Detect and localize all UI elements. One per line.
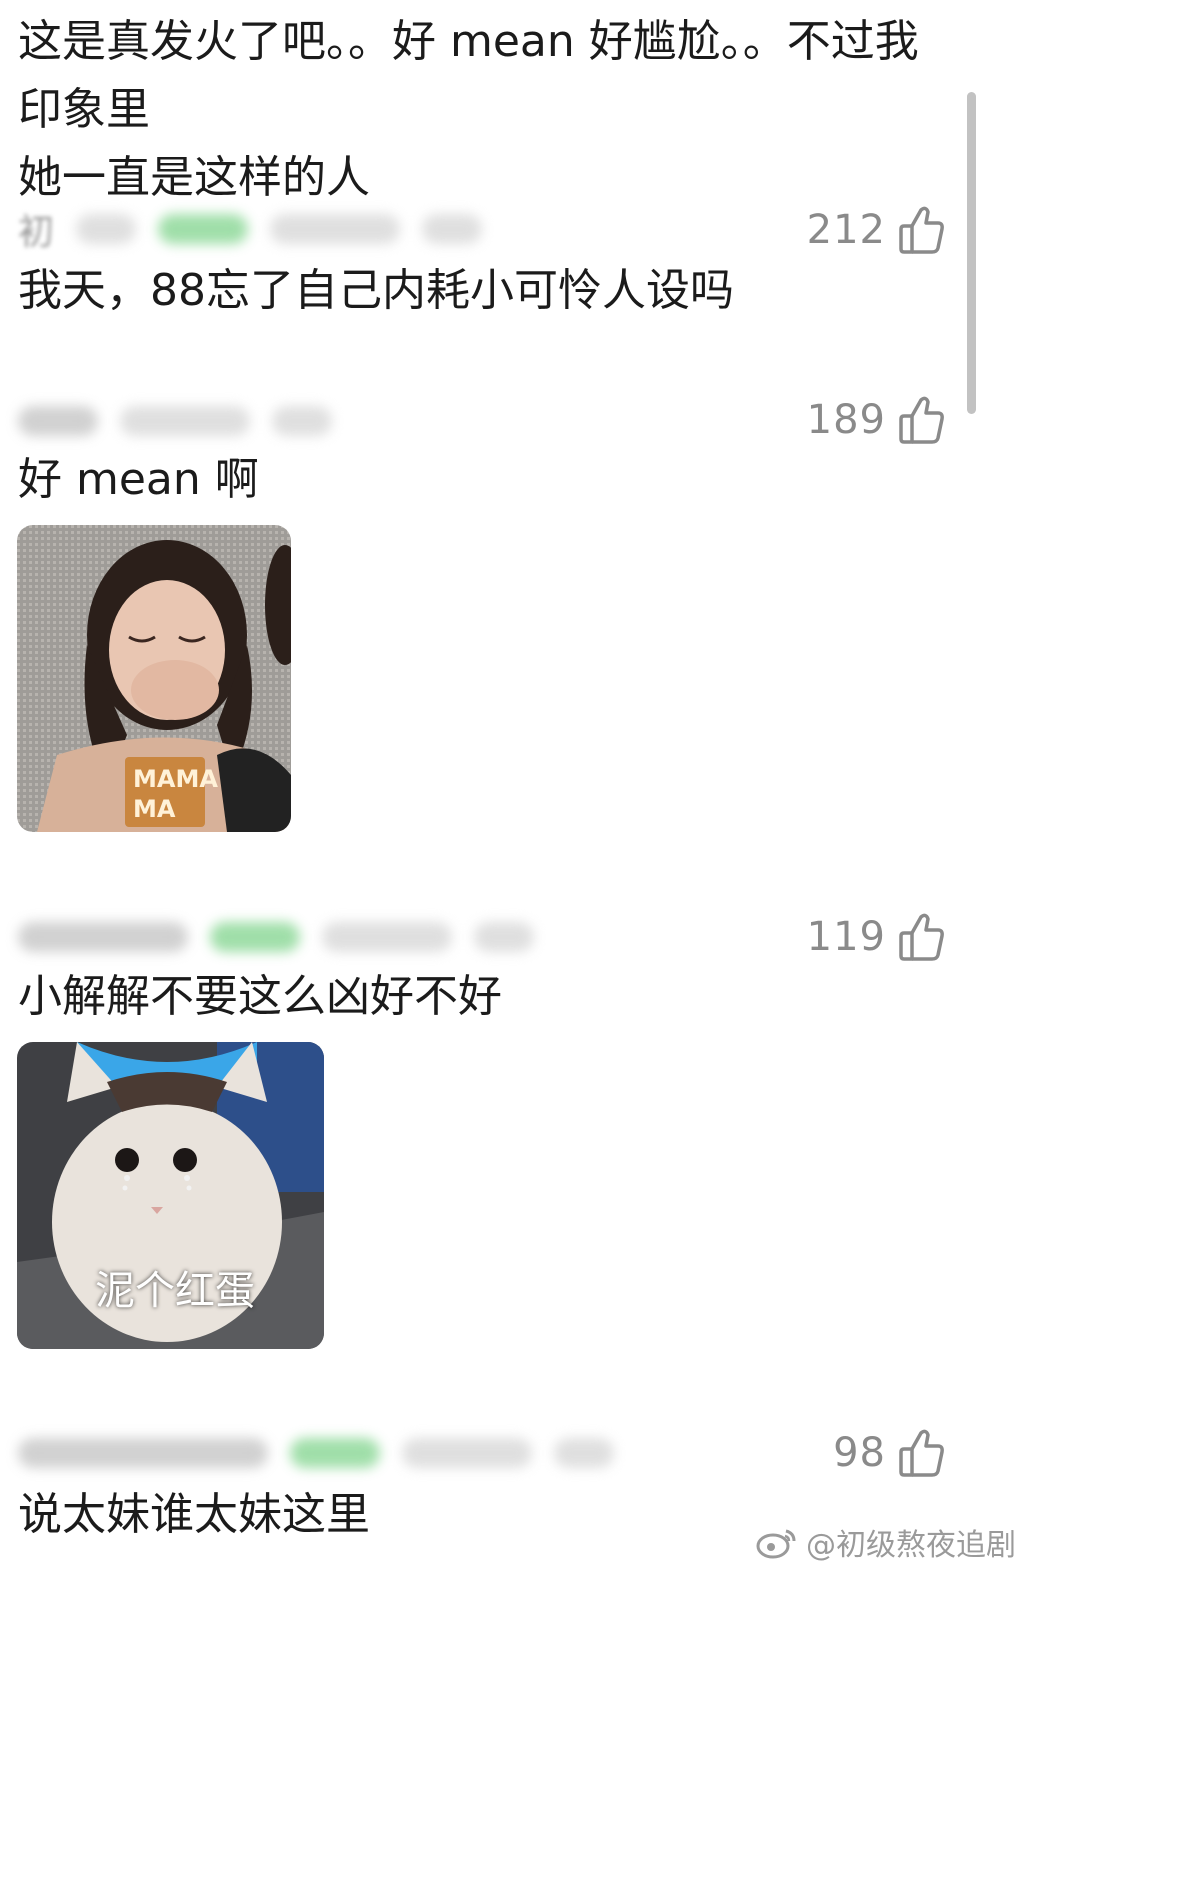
- thumbs-up-icon: [899, 1429, 944, 1477]
- comment-user-meta: [18, 398, 578, 444]
- comment-user-meta: 初: [18, 203, 578, 255]
- comment-text: 我天，88忘了自己内耗小可怜人设吗: [18, 265, 734, 316]
- comment-text: 这是真发火了吧。。好 mean 好尴尬。。不过我印象里 她一直是这样的人: [18, 16, 919, 203]
- sticker-image[interactable]: MAMA MA: [17, 525, 291, 832]
- comment-timestamp: [322, 922, 452, 952]
- comment-timestamp: [120, 406, 250, 436]
- thumbs-up-icon: [899, 396, 944, 444]
- thumbs-up-icon: [899, 206, 944, 254]
- like-button[interactable]: 98: [833, 1423, 946, 1483]
- watermark-text: @初级熬夜追剧: [806, 1528, 1016, 1563]
- user-badge: [210, 922, 300, 952]
- user-badge: [158, 214, 249, 244]
- crying-woman-sticker: MAMA MA: [17, 525, 291, 832]
- svg-text:MAMA: MAMA: [133, 765, 218, 793]
- like-count: 212: [806, 207, 886, 253]
- comment-timestamp: [270, 214, 401, 244]
- username[interactable]: [18, 1438, 268, 1468]
- comment-location: [474, 922, 534, 952]
- username[interactable]: [18, 922, 188, 952]
- comment-text: 好 mean 啊: [18, 454, 259, 505]
- like-button[interactable]: 119: [807, 907, 946, 967]
- svg-text:MA: MA: [133, 795, 176, 823]
- like-count: 98: [833, 1430, 886, 1476]
- weibo-icon: [756, 1529, 796, 1559]
- like-count: 119: [806, 914, 886, 960]
- like-button[interactable]: 189: [807, 390, 946, 450]
- username[interactable]: [18, 406, 98, 436]
- username-blur: [76, 214, 137, 244]
- comment-location: [554, 1438, 614, 1468]
- comment-location: [422, 214, 483, 244]
- like-button[interactable]: 212: [807, 200, 946, 260]
- like-count: 189: [806, 397, 886, 443]
- scrollbar[interactable]: [967, 92, 976, 414]
- thumbs-up-icon: [899, 913, 944, 961]
- comment-timestamp: [402, 1438, 532, 1468]
- sticker-caption: 泥个红蛋: [95, 1268, 255, 1314]
- username[interactable]: 初: [18, 203, 54, 255]
- comment-user-meta: [18, 914, 578, 960]
- sticker-image[interactable]: 泥个红蛋: [17, 1042, 324, 1349]
- comment-user-meta: [18, 1430, 638, 1476]
- comment-text: 小解解不要这么凶好不好: [18, 971, 502, 1022]
- watermark: @初级熬夜追剧: [756, 1520, 1016, 1564]
- comment-location: [272, 406, 332, 436]
- user-badge: [290, 1438, 380, 1468]
